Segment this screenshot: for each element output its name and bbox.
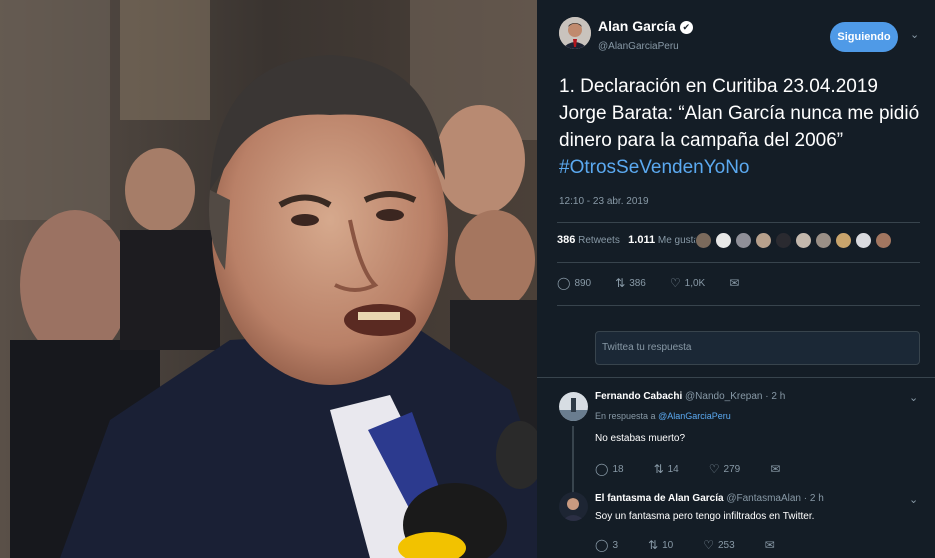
retweet-button[interactable]: ⇅ 10 bbox=[648, 538, 673, 552]
message-button[interactable]: ✉ bbox=[770, 462, 784, 476]
author-avatar[interactable] bbox=[559, 17, 591, 49]
reply-icon: ◯ bbox=[595, 462, 609, 476]
reply-input[interactable]: Twittea tu respuesta bbox=[595, 331, 920, 365]
photo-illustration bbox=[0, 0, 537, 558]
message-icon: ✉ bbox=[770, 462, 781, 476]
liker-avatar[interactable] bbox=[835, 232, 852, 249]
reply-count: 890 bbox=[574, 277, 592, 289]
reply-to-prefix: En respuesta a bbox=[595, 411, 656, 421]
divider bbox=[557, 262, 920, 263]
tweet-panel: Alan García ✔ @AlanGarciaPeru Siguiendo ⌄… bbox=[537, 0, 935, 558]
retweet-count: 10 bbox=[662, 539, 674, 551]
retweet-button[interactable]: ⇅ 386 bbox=[615, 276, 646, 290]
reply-header: Fernando Cabachi @Nando_Krepan · 2 h bbox=[595, 391, 785, 402]
tweet-actions: ◯ 890 ⇅ 386 ♡ 1,0K ✉ bbox=[557, 276, 767, 290]
retweet-icon: ⇅ bbox=[615, 276, 626, 290]
reply-header: El fantasma de Alan García @FantasmaAlan… bbox=[595, 493, 824, 504]
news-photo bbox=[0, 0, 537, 558]
chevron-down-icon[interactable]: ⌄ bbox=[910, 28, 919, 41]
heart-icon: ♡ bbox=[669, 276, 681, 290]
liker-avatar[interactable] bbox=[815, 232, 832, 249]
reply-button[interactable]: ◯ 890 bbox=[557, 276, 591, 290]
following-button[interactable]: Siguiendo bbox=[830, 22, 898, 52]
like-count: 1,0K bbox=[684, 277, 706, 289]
reply-time[interactable]: · 2 h bbox=[765, 391, 785, 402]
reply-text: No estabas muerto? bbox=[595, 433, 686, 444]
heart-icon: ♡ bbox=[708, 462, 720, 476]
liker-avatar[interactable] bbox=[875, 232, 892, 249]
chevron-down-icon[interactable]: ⌄ bbox=[909, 391, 918, 404]
liker-avatars bbox=[695, 232, 892, 252]
like-button[interactable]: ♡ 279 bbox=[709, 462, 740, 476]
message-icon: ✉ bbox=[764, 538, 775, 552]
reply-icon: ◯ bbox=[595, 538, 609, 552]
message-button[interactable]: ✉ bbox=[729, 276, 743, 290]
author-name[interactable]: Alan García ✔ bbox=[598, 18, 693, 34]
retweet-count: 14 bbox=[667, 463, 679, 475]
reply-actions: ◯ 18 ⇅ 14 ♡ 279 ✉ bbox=[595, 462, 814, 476]
like-count: 253 bbox=[717, 539, 735, 551]
author-handle[interactable]: @AlanGarciaPeru bbox=[598, 41, 679, 52]
retweet-count: 386 bbox=[629, 277, 646, 289]
liker-avatar[interactable] bbox=[695, 232, 712, 249]
liker-avatar[interactable] bbox=[735, 232, 752, 249]
liker-avatar[interactable] bbox=[855, 232, 872, 249]
reply-icon: ◯ bbox=[557, 276, 571, 290]
like-count: 279 bbox=[723, 463, 741, 475]
divider bbox=[557, 305, 920, 306]
reply-author-handle[interactable]: @FantasmaAlan bbox=[726, 493, 801, 504]
liker-avatar[interactable] bbox=[795, 232, 812, 249]
reply-avatar[interactable] bbox=[559, 392, 588, 421]
message-button[interactable]: ✉ bbox=[765, 538, 779, 552]
likes-label[interactable]: Me gusta bbox=[658, 235, 699, 246]
reply-count: 3 bbox=[612, 539, 618, 551]
hashtag-link[interactable]: #OtrosSeVendenYoNo bbox=[559, 157, 750, 178]
retweet-button[interactable]: ⇅ 14 bbox=[654, 462, 679, 476]
like-button[interactable]: ♡ 253 bbox=[703, 538, 734, 552]
liker-avatar[interactable] bbox=[775, 232, 792, 249]
tweet-header: Alan García ✔ @AlanGarciaPeru Siguiendo ⌄ bbox=[537, 0, 935, 60]
divider bbox=[537, 377, 935, 378]
avatar-image bbox=[559, 492, 588, 521]
reply-button[interactable]: ◯ 3 bbox=[595, 538, 618, 552]
thread-line bbox=[572, 426, 574, 494]
retweets-count[interactable]: 386 bbox=[557, 234, 575, 246]
likes-count[interactable]: 1.011 bbox=[628, 234, 655, 246]
liker-avatar[interactable] bbox=[715, 232, 732, 249]
reply-to-handle[interactable]: @AlanGarciaPeru bbox=[658, 411, 731, 421]
reply-button[interactable]: ◯ 18 bbox=[595, 462, 624, 476]
chevron-down-icon[interactable]: ⌄ bbox=[909, 493, 918, 506]
tweet-body: 1. Declaración en Curitiba 23.04.2019 Jo… bbox=[559, 73, 927, 181]
like-button[interactable]: ♡ 1,0K bbox=[670, 276, 705, 290]
reply-author-handle[interactable]: @Nando_Krepan bbox=[685, 391, 762, 402]
message-icon: ✉ bbox=[729, 276, 740, 290]
avatar-image bbox=[559, 392, 588, 421]
reply-time[interactable]: · 2 h bbox=[804, 493, 824, 504]
retweet-icon: ⇅ bbox=[648, 538, 659, 552]
author-name-text: Alan García bbox=[598, 18, 676, 34]
tweet-text: 1. Declaración en Curitiba 23.04.2019 Jo… bbox=[559, 76, 920, 151]
heart-icon: ♡ bbox=[703, 538, 714, 552]
retweet-icon: ⇅ bbox=[653, 462, 664, 476]
reply-author-name[interactable]: Fernando Cabachi bbox=[595, 391, 682, 402]
reply-count: 18 bbox=[612, 463, 624, 475]
reply-text: Soy un fantasma pero tengo infiltrados e… bbox=[595, 511, 815, 522]
reply-author-name[interactable]: El fantasma de Alan García bbox=[595, 493, 724, 504]
verified-icon: ✔ bbox=[679, 21, 693, 34]
tweet-timestamp[interactable]: 12:10 - 23 abr. 2019 bbox=[559, 196, 649, 207]
reply-context: En respuesta a @AlanGarciaPeru bbox=[595, 411, 731, 421]
reply-actions: ◯ 3 ⇅ 10 ♡ 253 ✉ bbox=[595, 538, 809, 552]
liker-avatar[interactable] bbox=[755, 232, 772, 249]
engagement-stats: 386 Retweets 1.011 Me gusta bbox=[557, 234, 699, 246]
avatar-image bbox=[559, 17, 591, 49]
retweets-label[interactable]: Retweets bbox=[578, 235, 620, 246]
reply-avatar[interactable] bbox=[559, 492, 588, 521]
divider bbox=[557, 222, 920, 223]
